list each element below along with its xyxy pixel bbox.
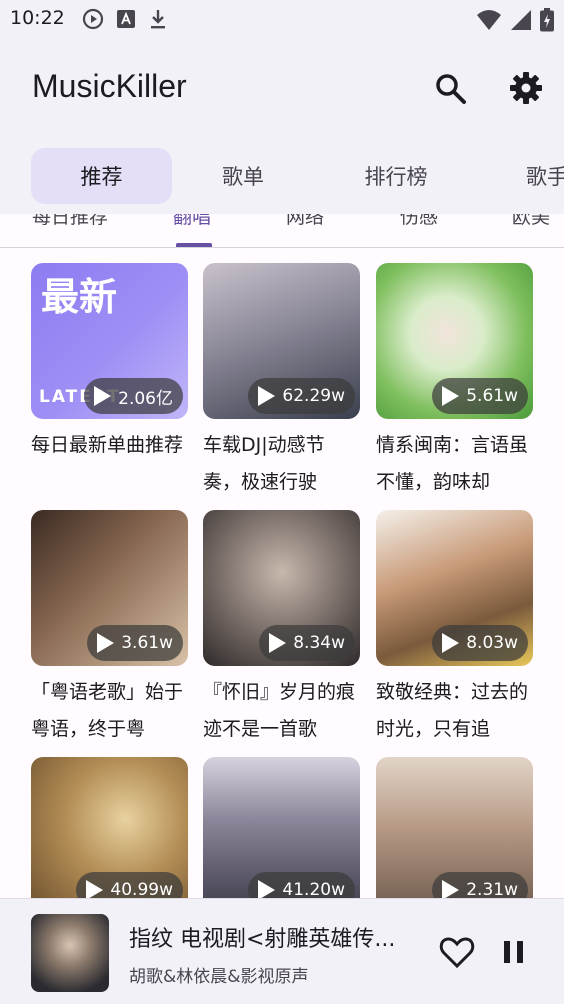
now-playing-artist: 胡歌&林依晨&影视原声 bbox=[129, 967, 309, 987]
play-count: 62.29w bbox=[282, 386, 345, 406]
play-icon bbox=[442, 386, 460, 406]
search-icon bbox=[436, 74, 466, 104]
playlist-cover: 41.20w bbox=[203, 757, 360, 898]
play-count-badge: 41.20w bbox=[248, 872, 355, 898]
top-tab-bar: 推荐 歌单 排行榜 歌手 bbox=[0, 138, 564, 214]
playlist-grid: 最新 LATEST 2.06亿 每日最新单曲推荐 62.29w 车载DJ|动感节… bbox=[0, 248, 564, 898]
playlist-card[interactable]: 8.34w 『怀旧』岁月的痕迹不是一首歌 bbox=[203, 510, 360, 748]
play-count: 41.20w bbox=[282, 880, 345, 898]
play-count-badge: 62.29w bbox=[248, 378, 355, 414]
play-icon bbox=[94, 386, 112, 406]
sub-tab-bar: 每日推荐 翻唱 网络 伤感 欧美 bbox=[0, 214, 564, 248]
play-icon bbox=[258, 386, 276, 406]
battery-icon bbox=[540, 8, 554, 32]
playlist-card[interactable]: 62.29w 车载DJ|动感节奏，极速行驶 bbox=[203, 263, 360, 501]
download-icon bbox=[151, 10, 165, 29]
playlist-cover: 2.31w bbox=[376, 757, 533, 898]
now-playing-title: 指纹 电视剧<射雕英雄传... bbox=[129, 927, 396, 952]
status-bar: 10:22 bbox=[0, 0, 564, 38]
playlist-cover: 40.99w bbox=[31, 757, 188, 898]
subtab-sad[interactable]: 伤感 bbox=[400, 214, 438, 229]
playlist-title: 车载DJ|动感节奏，极速行驶 bbox=[203, 434, 325, 493]
subtab-indicator bbox=[176, 243, 212, 247]
play-count-badge: 3.61w bbox=[87, 625, 183, 661]
cover-image bbox=[31, 914, 109, 992]
play-count: 8.34w bbox=[293, 633, 345, 653]
subtab-western[interactable]: 欧美 bbox=[512, 214, 550, 229]
font-icon bbox=[117, 10, 135, 28]
tab-label: 歌手 bbox=[526, 165, 564, 189]
subtab-network[interactable]: 网络 bbox=[286, 214, 324, 229]
play-count-badge: 5.61w bbox=[432, 378, 528, 414]
cover-label: 最新 bbox=[41, 275, 118, 319]
gear-icon bbox=[510, 72, 542, 104]
pause-icon bbox=[504, 941, 523, 963]
playlist-card[interactable]: 2.31w bbox=[376, 757, 533, 898]
subtab-daily[interactable]: 每日推荐 bbox=[32, 214, 108, 229]
tab-recommend[interactable]: 推荐 bbox=[31, 148, 172, 204]
play-icon bbox=[258, 880, 276, 898]
play-count: 2.31w bbox=[466, 880, 518, 898]
playlist-card[interactable]: 3.61w 「粤语老歌」始于粤语，终于粤 bbox=[31, 510, 188, 748]
search-button[interactable] bbox=[432, 70, 468, 106]
playlist-card[interactable]: 8.03w 致敬经典：过去的时光，只有追 bbox=[376, 510, 533, 748]
playlist-title: 情系闽南：言语虽不懂，韵味却 bbox=[376, 434, 529, 493]
play-count: 5.61w bbox=[466, 386, 518, 406]
wifi-icon bbox=[477, 10, 501, 30]
playlist-cover: 8.34w bbox=[203, 510, 360, 666]
play-count-badge: 2.06亿 bbox=[84, 378, 183, 414]
play-icon bbox=[442, 880, 460, 898]
tab-label: 歌单 bbox=[222, 165, 264, 189]
play-count-badge: 8.03w bbox=[432, 625, 528, 661]
playlist-title: 「粤语老歌」始于粤语，终于粤 bbox=[31, 681, 184, 740]
play-count: 3.61w bbox=[121, 633, 173, 653]
tab-label: 推荐 bbox=[80, 165, 123, 189]
playlist-card[interactable]: 41.20w bbox=[203, 757, 360, 898]
playlist-cover: 3.61w bbox=[31, 510, 188, 666]
tab-label: 排行榜 bbox=[364, 165, 428, 189]
playlist-card[interactable]: 最新 LATEST 2.06亿 每日最新单曲推荐 bbox=[31, 263, 188, 501]
mini-player[interactable]: 指纹 电视剧<射雕英雄传... 胡歌&林依晨&影视原声 bbox=[0, 898, 564, 1004]
playlist-card[interactable]: 5.61w 情系闽南：言语虽不懂，韵味却 bbox=[376, 263, 533, 501]
tab-charts[interactable]: 排行榜 bbox=[330, 148, 462, 204]
app-bar: MusicKiller bbox=[0, 38, 564, 138]
playlist-title: 每日最新单曲推荐 bbox=[31, 434, 184, 456]
play-icon bbox=[442, 633, 460, 653]
pause-button[interactable] bbox=[496, 933, 532, 971]
subtab-cover[interactable]: 翻唱 bbox=[173, 214, 211, 229]
playlist-title: 致敬经典：过去的时光，只有追 bbox=[376, 681, 529, 740]
playlist-cover: 5.61w bbox=[376, 263, 533, 419]
now-playing-cover[interactable] bbox=[31, 914, 109, 992]
like-button[interactable] bbox=[438, 933, 476, 971]
app-title: MusicKiller bbox=[32, 68, 187, 104]
play-circle-icon bbox=[82, 8, 104, 30]
playlist-card[interactable]: 40.99w bbox=[31, 757, 188, 898]
play-count-badge: 40.99w bbox=[76, 872, 183, 898]
play-icon bbox=[97, 633, 115, 653]
signal-icon bbox=[511, 10, 531, 30]
tab-artists[interactable]: 歌手 bbox=[508, 148, 564, 204]
system-icons bbox=[476, 8, 554, 32]
play-icon bbox=[86, 880, 104, 898]
tab-playlists[interactable]: 歌单 bbox=[186, 148, 300, 204]
playlist-cover: 62.29w bbox=[203, 263, 360, 419]
heart-outline-icon bbox=[439, 937, 475, 969]
status-time: 10:22 bbox=[10, 7, 65, 29]
play-count: 8.03w bbox=[466, 633, 518, 653]
play-count-badge: 2.31w bbox=[432, 872, 528, 898]
play-count: 2.06亿 bbox=[118, 388, 173, 409]
playlist-title: 『怀旧』岁月的痕迹不是一首歌 bbox=[203, 681, 356, 740]
playlist-cover: 8.03w bbox=[376, 510, 533, 666]
play-count-badge: 8.34w bbox=[259, 625, 355, 661]
playlist-cover: 最新 LATEST 2.06亿 bbox=[31, 263, 188, 419]
notification-icons bbox=[82, 8, 168, 30]
play-icon bbox=[269, 633, 287, 653]
play-count: 40.99w bbox=[110, 880, 173, 898]
settings-button[interactable] bbox=[508, 70, 544, 106]
